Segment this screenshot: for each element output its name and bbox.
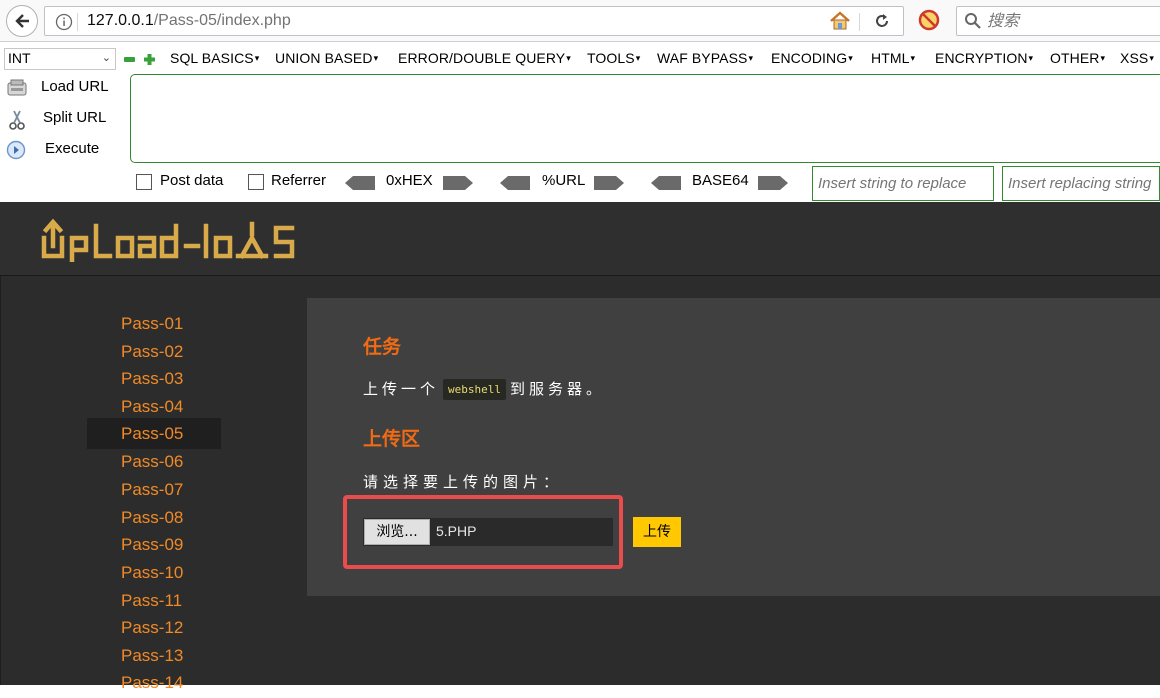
url-enc-label: %URL: [542, 172, 586, 189]
menu-encryption[interactable]: ENCRYPTION▾: [935, 50, 1033, 66]
base64-label: BASE64: [692, 172, 749, 189]
execute-label: Execute: [45, 140, 100, 157]
task-text-after: 到服务器。: [510, 380, 606, 398]
split-url-button[interactable]: Split URL: [4, 106, 124, 132]
reload-icon[interactable]: [873, 12, 891, 30]
task-heading: 任务: [363, 336, 402, 358]
url-separator: [859, 13, 860, 31]
replacing-string-field[interactable]: [1002, 166, 1160, 201]
search-icon: [965, 13, 981, 29]
base64-encode-arrow-icon[interactable]: [758, 176, 788, 190]
content-panel: 任务 上传一个 webshell 到服务器。 上传区 请选择要上传的图片： 浏览..…: [307, 298, 1160, 596]
noscript-icon[interactable]: [918, 9, 940, 31]
nav-item-pass-14[interactable]: Pass-14: [87, 667, 221, 698]
menu-label: XSS: [1120, 50, 1149, 66]
load-url-icon: [7, 79, 27, 96]
url-text[interactable]: 127.0.0.1/Pass-05/index.php: [87, 12, 291, 30]
browser-toolbar: 127.0.0.1/Pass-05/index.php: [0, 0, 1160, 42]
menu-label: ERROR/DOUBLE QUERY: [398, 50, 566, 66]
minus-icon[interactable]: [124, 54, 135, 65]
upload-labs-logo[interactable]: [40, 216, 302, 262]
url-field[interactable]: 127.0.0.1/Pass-05/index.php: [44, 6, 904, 36]
menu-label: OTHER: [1050, 50, 1100, 66]
nav-item-pass-05[interactable]: Pass-05: [87, 418, 221, 449]
selected-file-name: 5.PHP: [436, 523, 477, 539]
site-header: [0, 202, 1160, 276]
replacing-string-input[interactable]: [1003, 167, 1159, 200]
execute-button[interactable]: Execute: [4, 137, 124, 163]
menu-xss[interactable]: XSS▾: [1120, 50, 1154, 66]
load-url-button[interactable]: Load URL: [4, 75, 124, 101]
post-data-checkbox[interactable]: [136, 174, 152, 190]
menu-label: UNION BASED: [275, 50, 373, 66]
menu-other[interactable]: OTHER▾: [1050, 50, 1105, 66]
menu-waf-bypass[interactable]: WAF BYPASS▾: [657, 50, 753, 66]
url-decode-arrow-icon[interactable]: [500, 176, 530, 190]
menu-label: WAF BYPASS: [657, 50, 748, 66]
back-arrow-icon: [15, 14, 29, 28]
nav-item-pass-06[interactable]: Pass-06: [87, 446, 221, 477]
home-icon[interactable]: [829, 11, 851, 31]
url-textarea[interactable]: [130, 74, 1160, 163]
page: Pass-01 Pass-02 Pass-03 Pass-04 Pass-05 …: [0, 202, 1160, 692]
upload-button[interactable]: 上传: [633, 517, 681, 547]
main-area: Pass-01 Pass-02 Pass-03 Pass-04 Pass-05 …: [0, 276, 1160, 692]
menu-html[interactable]: HTML▾: [871, 50, 915, 66]
choose-file-label: 请选择要上传的图片：: [363, 473, 564, 491]
scissors-icon: [9, 110, 25, 130]
search-field[interactable]: [956, 6, 1160, 36]
hex-decode-arrow-icon[interactable]: [345, 176, 375, 190]
nav-item-pass-12[interactable]: Pass-12: [87, 612, 221, 643]
menu-label: ENCODING: [771, 50, 848, 66]
menu-encoding[interactable]: ENCODING▾: [771, 50, 853, 66]
replace-string-input[interactable]: [813, 167, 993, 200]
hackbar: INT ⌄ SQL BASICS▾ UNION BASED▾ ERROR/DOUB…: [0, 42, 1160, 202]
hex-label: 0xHEX: [386, 172, 433, 189]
back-button[interactable]: [6, 5, 38, 37]
int-select[interactable]: INT ⌄: [4, 48, 116, 70]
chevron-down-icon: ⌄: [101, 52, 111, 64]
upload-heading: 上传区: [363, 428, 421, 450]
referrer-checkbox[interactable]: [248, 174, 264, 190]
menu-union-based[interactable]: UNION BASED▾: [275, 50, 378, 66]
menu-label: HTML: [871, 50, 910, 66]
nav-item-pass-09[interactable]: Pass-09: [87, 529, 221, 560]
nav-item-pass-10[interactable]: Pass-10: [87, 557, 221, 588]
plus-icon[interactable]: [144, 54, 155, 65]
base64-decode-arrow-icon[interactable]: [651, 176, 681, 190]
nav-item-pass-01[interactable]: Pass-01: [87, 308, 221, 339]
info-icon[interactable]: [55, 13, 73, 31]
menu-error-double-query[interactable]: ERROR/DOUBLE QUERY▾: [398, 50, 571, 66]
browse-button[interactable]: 浏览...: [364, 519, 430, 545]
play-icon: [6, 140, 26, 160]
url-encode-arrow-icon[interactable]: [594, 176, 624, 190]
menu-sql-basics[interactable]: SQL BASICS▾: [170, 50, 259, 66]
nav-item-pass-07[interactable]: Pass-07: [87, 474, 221, 505]
replace-string-field[interactable]: [812, 166, 994, 201]
split-url-label: Split URL: [43, 109, 107, 126]
load-url-label: Load URL: [41, 78, 109, 95]
search-input[interactable]: [987, 11, 1157, 30]
hex-encode-arrow-icon[interactable]: [443, 176, 473, 190]
menu-tools[interactable]: TOOLS▾: [587, 50, 640, 66]
url-path: /Pass-05/index.php: [153, 12, 291, 29]
menu-label: ENCRYPTION: [935, 50, 1028, 66]
url-host: 127.0.0.1: [87, 12, 154, 29]
menu-label: TOOLS: [587, 50, 635, 66]
int-select-value: INT: [8, 50, 31, 66]
task-description: 上传一个 webshell 到服务器。: [363, 378, 605, 400]
referrer-label: Referrer: [271, 172, 327, 189]
webshell-code: webshell: [443, 379, 506, 400]
file-input[interactable]: 浏览... 5.PHP: [363, 518, 613, 546]
nav-item-pass-03[interactable]: Pass-03: [87, 363, 221, 394]
hackbar-menubar: INT ⌄ SQL BASICS▾ UNION BASED▾ ERROR/DOUB…: [0, 46, 1160, 72]
task-text-before: 上传一个: [363, 380, 440, 398]
url-separator: [77, 13, 78, 31]
menu-label: SQL BASICS: [170, 50, 254, 66]
post-data-label: Post data: [160, 172, 224, 189]
